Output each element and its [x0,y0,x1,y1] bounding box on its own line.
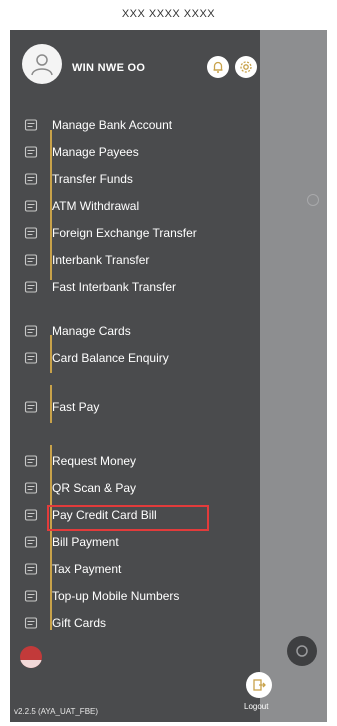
phone-screen: WIN NWE OO Manage Bank Account Manage Pay… [10,30,327,722]
navigation-drawer: WIN NWE OO Manage Bank Account Manage Pay… [10,30,260,722]
card-icon [22,322,40,340]
logout-button[interactable] [246,672,272,698]
card-icon [22,349,40,367]
menu-item-qr-scan-pay[interactable]: QR Scan & Pay [22,477,258,499]
menu-item-label: Bill Payment [52,535,119,549]
menu-item-foreign-exchange-transfer[interactable]: Foreign Exchange Transfer [22,222,258,244]
user-icon [31,54,53,76]
top-caption: XXX XXXX XXXX [121,8,216,20]
notification-button[interactable] [207,56,229,78]
menu-item-label: Transfer Funds [52,172,133,186]
selection-highlight [47,505,209,531]
transfer-icon [22,170,40,188]
settings-button[interactable] [235,56,257,78]
menu-item-label: Fast Interbank Transfer [52,280,177,294]
version-text: v2.2.5 (AYA_UAT_FBE) [14,707,99,716]
menu-item-atm-withdrawal[interactable]: ATM Withdrawal [22,195,258,217]
bill-icon [22,506,40,524]
drawer-header: WIN NWE OO [10,30,260,114]
atm-icon [22,197,40,215]
menu-item-fast-pay[interactable]: Fast Pay [22,396,258,418]
menu-item-manage-bank-account[interactable]: Manage Bank Account [22,114,258,136]
menu-item-label: Fast Pay [52,400,100,414]
menu-item-label: Manage Cards [52,324,131,338]
menu-item-label: Interbank Transfer [52,253,150,267]
menu-item-gift-cards[interactable]: Gift Cards [22,612,258,634]
tax-icon [22,560,40,578]
gift-icon [22,614,40,632]
menu-item-label: Manage Bank Account [52,118,173,132]
bill-icon [22,533,40,551]
menu-item-top-up-mobile-numbers[interactable]: Top-up Mobile Numbers [22,585,258,607]
menu-item-label: ATM Withdrawal [52,199,140,213]
menu-item-bill-payment[interactable]: Bill Payment [22,531,258,553]
menu-item-label: Foreign Exchange Transfer [52,226,197,240]
logout-label: Logout [244,702,269,711]
bell-icon [213,61,223,73]
menu-item-label: Card Balance Enquiry [52,351,169,365]
payees-icon [22,143,40,161]
menu-item-label: Manage Payees [52,145,139,159]
transfer-icon [22,278,40,296]
avatar[interactable] [22,44,62,84]
qr-icon [22,479,40,497]
menu-item-card-balance-enquiry[interactable]: Card Balance Enquiry [22,347,258,369]
bank-icon [22,116,40,134]
menu-item-manage-payees[interactable]: Manage Payees [22,141,258,163]
menu-item-label: Request Money [52,454,137,468]
fast-pay-icon [22,398,40,416]
menu-item-request-money[interactable]: Request Money [22,450,258,472]
menu-item-transfer-funds[interactable]: Transfer Funds [22,168,258,190]
gear-icon [240,61,252,73]
menu-item-fast-interbank-transfer[interactable]: Fast Interbank Transfer [22,276,258,298]
menu-item-label: QR Scan & Pay [52,481,137,495]
menu-item-interbank-transfer[interactable]: Interbank Transfer [22,249,258,271]
menu-item-label: Gift Cards [52,616,107,630]
request-money-icon [22,452,40,470]
floating-button[interactable] [287,636,317,666]
menu-item-label: Tax Payment [52,562,122,576]
menu-item-label: Top-up Mobile Numbers [52,589,180,603]
background-dot [307,194,319,206]
logout-icon [253,679,266,691]
bank-logo [20,646,42,668]
menu-item-tax-payment[interactable]: Tax Payment [22,558,258,580]
transfer-icon [22,251,40,269]
menu-item-manage-cards[interactable]: Manage Cards [22,320,258,342]
topup-icon [22,587,40,605]
user-name: WIN NWE OO [72,62,146,74]
transfer-icon [22,224,40,242]
